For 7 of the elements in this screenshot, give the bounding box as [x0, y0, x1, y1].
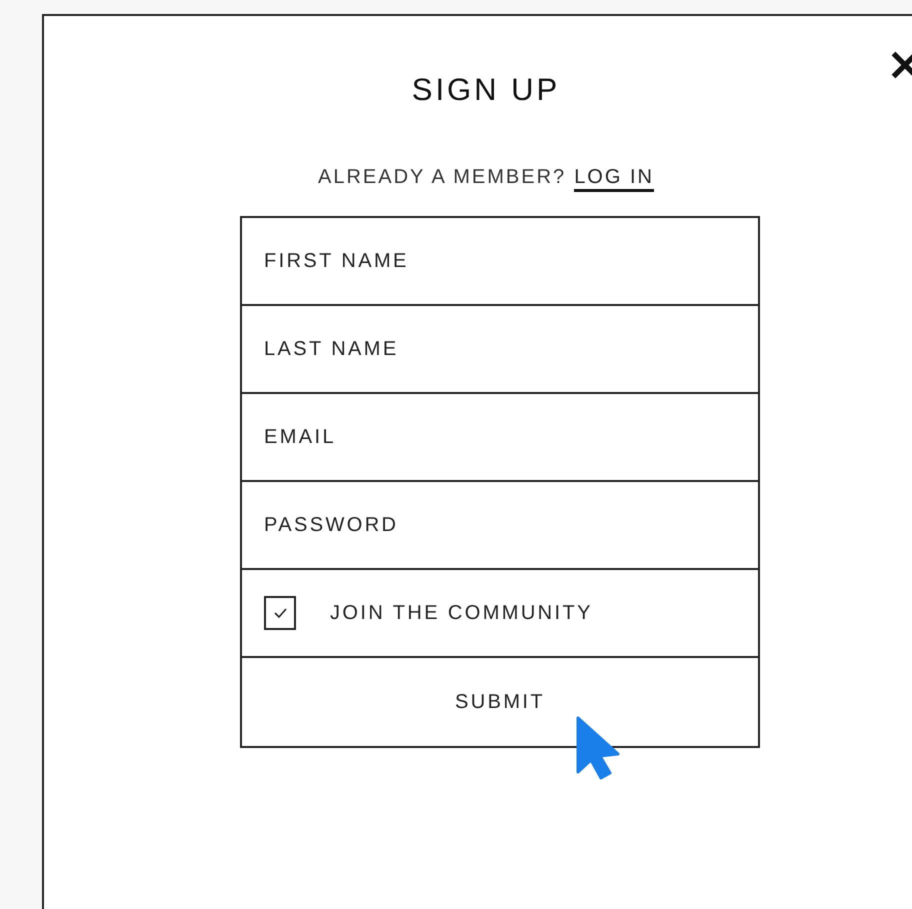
checkbox[interactable]	[264, 596, 296, 630]
login-prompt: ALREADY A MEMBER?	[318, 166, 566, 190]
dialog-title: SIGN UP	[412, 72, 560, 108]
cursor-icon	[576, 716, 622, 780]
login-link[interactable]: LOG IN	[574, 166, 654, 192]
close-icon[interactable]	[890, 50, 912, 80]
checkbox-label: JOIN THE COMMUNITY	[330, 602, 593, 624]
